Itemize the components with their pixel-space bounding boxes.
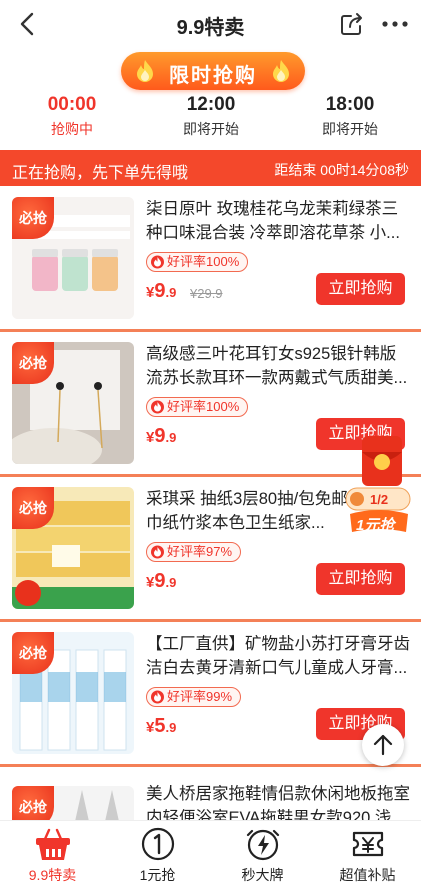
more-icon[interactable]: [380, 10, 410, 38]
time-slot-1200[interactable]: 12:00 即将开始: [141, 94, 281, 139]
basket-icon: [36, 828, 70, 860]
product-image[interactable]: 必抢: [12, 197, 134, 319]
tab-9-9-sale[interactable]: 9.9特卖: [0, 821, 105, 891]
buy-now-button[interactable]: 立即抢购: [316, 563, 405, 595]
slot-time: 18:00: [325, 94, 375, 115]
product-name[interactable]: 高级感三叶花耳钉女s925银针韩版流苏长款耳环一款两戴式气质甜美...: [146, 342, 410, 390]
countdown-notice-bar: 正在抢购，先下单先得哦 距结束 00时14分08秒: [0, 150, 421, 186]
original-price: ¥29.9: [190, 286, 223, 301]
flame-icon: [273, 60, 289, 82]
product-name[interactable]: 美人桥居家拖鞋情侣款休闲地板拖室内轻便浴室EVA拖鞋男女款920 浅...: [146, 782, 410, 820]
must-grab-badge: 必抢: [12, 197, 54, 239]
tab-label: 秒大牌: [241, 867, 284, 883]
price: ¥9.9: [146, 280, 177, 302]
notice-text: 正在抢购，先下单先得哦: [12, 165, 189, 182]
product-image[interactable]: 必抢: [12, 487, 134, 609]
must-grab-badge: 必抢: [12, 786, 54, 820]
slot-state: 抢购中: [51, 121, 93, 137]
must-grab-badge: 必抢: [12, 487, 54, 529]
arrow-up-icon: [373, 734, 393, 756]
slot-time: 12:00: [186, 94, 236, 115]
product-card[interactable]: 必抢 美人桥居家拖鞋情侣款休闲地板拖室内轻便浴室EVA拖鞋男女款920 浅...: [0, 772, 421, 820]
product-image[interactable]: 必抢: [12, 632, 134, 754]
share-icon[interactable]: [338, 10, 366, 38]
tab-flash-brands[interactable]: 秒大牌: [210, 821, 315, 891]
time-slot-0000[interactable]: 00:00 抢购中: [2, 94, 142, 139]
one-yuan-red-packet-widget[interactable]: 1/2 1元抢: [344, 436, 412, 534]
scroll-to-top-button[interactable]: [362, 724, 404, 766]
red-packet-label: 1元抢: [356, 517, 395, 534]
coin-one-icon: [141, 827, 175, 861]
rating-badge: 好评率100%: [146, 252, 249, 272]
price: ¥9.9: [146, 425, 177, 447]
fire-icon: [151, 545, 164, 559]
product-image[interactable]: 必抢: [12, 342, 134, 464]
rating-badge: 好评率97%: [146, 542, 242, 562]
slot-state: 即将开始: [183, 121, 239, 137]
time-slot-tabs: 00:00 抢购中 12:00 即将开始 18:00 即将开始: [0, 94, 421, 144]
rating-text: 好评率100%: [167, 254, 240, 269]
product-card[interactable]: 必抢 柒日原叶 玫瑰桂花乌龙茉莉绿茶三种口味混合装 冷萃即溶花草茶 小... 好…: [0, 187, 421, 332]
countdown-text: 距结束 00时14分08秒: [274, 162, 409, 178]
product-image[interactable]: 必抢: [12, 786, 134, 820]
rating-badge: 好评率99%: [146, 687, 242, 707]
rating-badge: 好评率100%: [146, 397, 249, 417]
tab-label: 超值补贴: [339, 867, 396, 883]
must-grab-badge: 必抢: [12, 632, 54, 674]
slot-state: 即将开始: [322, 121, 378, 137]
slot-time: 00:00: [47, 94, 97, 115]
price: ¥9.9: [146, 570, 177, 592]
flash-sale-banner: 限时抢购: [121, 52, 305, 90]
fire-icon: [151, 690, 164, 704]
product-card[interactable]: 必抢 【工厂直供】矿物盐小苏打牙膏牙齿洁白去黄牙清新口气儿童成人牙膏... 好评…: [0, 622, 421, 767]
lightning-clock-icon: [246, 829, 280, 861]
tab-value-subsidy[interactable]: 超值补贴: [315, 821, 420, 891]
rating-text: 好评率99%: [167, 689, 233, 704]
must-grab-badge: 必抢: [12, 342, 54, 384]
ticket-yen-icon: [352, 831, 384, 857]
fire-icon: [151, 255, 164, 269]
product-name[interactable]: 柒日原叶 玫瑰桂花乌龙茉莉绿茶三种口味混合装 冷萃即溶花草茶 小...: [146, 197, 410, 245]
product-name[interactable]: 【工厂直供】矿物盐小苏打牙膏牙齿洁白去黄牙清新口气儿童成人牙膏...: [146, 632, 410, 680]
divider: [0, 764, 421, 767]
rating-text: 好评率97%: [167, 544, 233, 559]
tab-label: 9.9特卖: [28, 867, 77, 883]
tab-label: 1元抢: [139, 867, 176, 883]
fire-icon: [151, 400, 164, 414]
tab-1-yuan-grab[interactable]: 1元抢: [105, 821, 210, 891]
bottom-tab-bar: 9.9特卖 1元抢 秒大牌 超值补贴: [0, 820, 421, 891]
time-slot-1800[interactable]: 18:00 即将开始: [280, 94, 420, 139]
rating-text: 好评率100%: [167, 399, 240, 414]
buy-now-button[interactable]: 立即抢购: [316, 273, 405, 305]
red-packet-count: 1/2: [370, 492, 389, 507]
price: ¥5.9: [146, 715, 177, 737]
top-bar: 9.9特卖: [0, 0, 421, 48]
